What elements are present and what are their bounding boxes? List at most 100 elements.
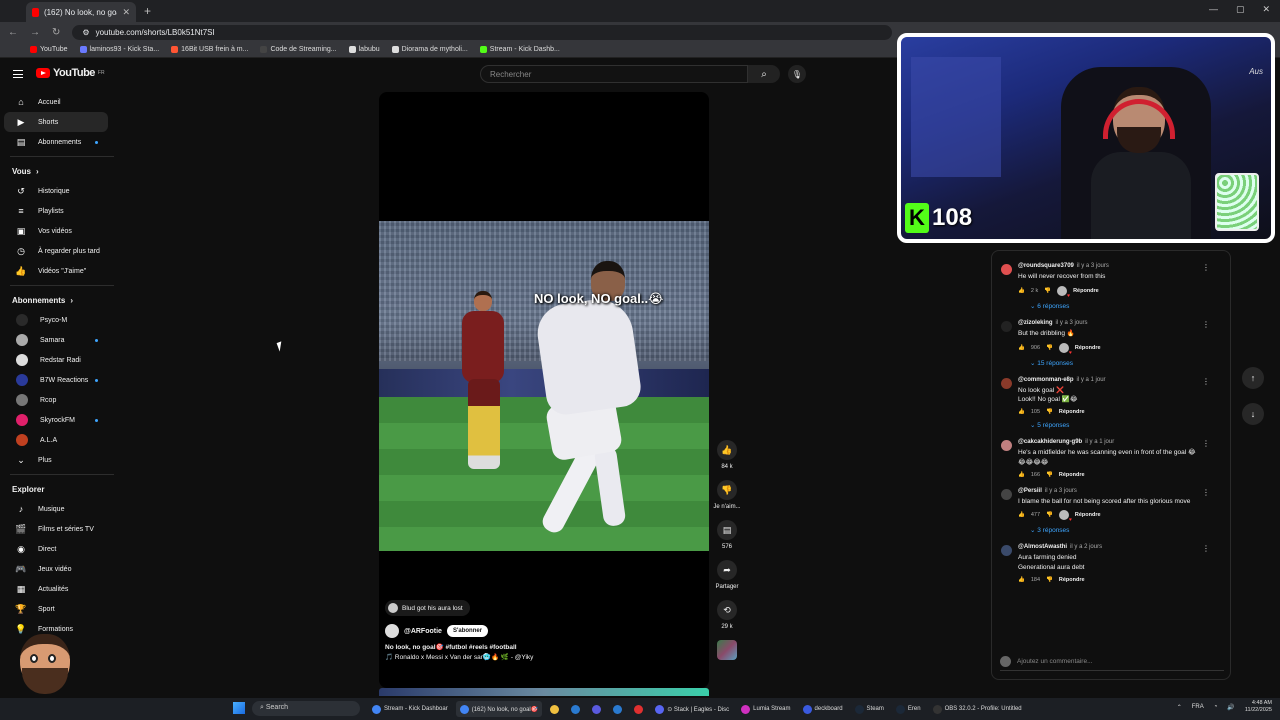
more-options-icon[interactable]: ⋮ — [1202, 377, 1210, 386]
thumbs-up-icon[interactable]: 👍 — [1018, 512, 1025, 518]
sidebar-item-playlists[interactable]: ≡ Playlists — [4, 201, 108, 221]
taskbar-app[interactable] — [567, 701, 584, 717]
back-icon[interactable]: ← — [8, 27, 18, 38]
thumbs-down-icon[interactable]: 👎 — [1046, 472, 1053, 478]
minimize-icon[interactable]: — — [1209, 4, 1218, 15]
section-subscriptions[interactable]: Abonnements › — [0, 290, 116, 310]
sidebar-item-b7w-reactions[interactable]: B7W Reactions — [4, 370, 108, 390]
sidebar-item-rcop[interactable]: Rcop — [4, 390, 108, 410]
forward-icon[interactable]: → — [30, 27, 40, 38]
commenter-avatar[interactable] — [1001, 488, 1012, 500]
taskbar-app[interactable] — [630, 701, 647, 717]
reply-button[interactable]: Répondre — [1075, 512, 1101, 518]
sidebar-item-accueil[interactable]: ⌂ Accueil — [4, 92, 108, 112]
close-tab-icon[interactable]: ✕ — [122, 7, 130, 18]
thumbs-down-icon[interactable]: 👎 — [1046, 577, 1053, 583]
more-options-icon[interactable]: ⋮ — [1202, 320, 1210, 329]
sidebar-item-redstar-radi[interactable]: Redstar Radi — [4, 350, 108, 370]
sidebar-item-vid-os-j-aime[interactable]: 👍 Vidéos "J'aime" — [4, 261, 108, 281]
thumbs-down-icon[interactable]: 👎 — [1046, 409, 1053, 415]
sidebar-item-skyrockfm[interactable]: SkyrockFM — [4, 410, 108, 430]
sidebar-item-jeux-vid-o[interactable]: 🎮 Jeux vidéo — [4, 559, 108, 579]
search-input[interactable]: Rechercher — [480, 65, 748, 83]
comment-author[interactable]: @AlmostAwasthi — [1018, 544, 1067, 550]
new-tab-icon[interactable]: + — [144, 4, 151, 18]
taskbar-app[interactable] — [609, 701, 626, 717]
bookmark-item[interactable]: labubu — [348, 46, 380, 53]
taskbar-app[interactable]: Lumia Stream — [737, 701, 794, 717]
previous-short-button[interactable]: ↑ — [1242, 367, 1264, 389]
bookmark-item[interactable]: Code de Streaming... — [260, 46, 337, 53]
chevron-up-icon[interactable]: ⌃ — [1177, 704, 1182, 711]
channel-avatar[interactable] — [385, 624, 399, 638]
sidebar-item-musique[interactable]: ♪ Musique — [4, 499, 108, 519]
comment-author[interactable]: @roundsquare3709 — [1018, 263, 1074, 269]
reply-button[interactable]: Répondre — [1059, 472, 1085, 478]
taskbar-app[interactable]: Steam — [851, 701, 888, 717]
commenter-avatar[interactable] — [1001, 320, 1012, 332]
comment-author[interactable]: @cakcakhiderung-g9b — [1018, 439, 1082, 445]
taskbar-app[interactable] — [546, 701, 563, 717]
wifi-icon[interactable]: ◔ — [1214, 704, 1218, 710]
bookmark-item[interactable]: Diorama de mytholi... — [391, 46, 468, 53]
commenter-avatar[interactable] — [1001, 377, 1012, 389]
thumbs-up-icon[interactable]: 👍 — [1018, 472, 1025, 478]
more-options-icon[interactable]: ⋮ — [1202, 263, 1210, 272]
view-replies-button[interactable]: ⌄ 5 réponses — [1030, 421, 1222, 429]
sidebar-item-actualit-s[interactable]: ▦ Actualités — [4, 579, 108, 599]
short-caption[interactable]: No look, no goal🎯 #futbol #reels #footba… — [385, 643, 685, 664]
next-short-button[interactable]: ↓ — [1242, 403, 1264, 425]
clock[interactable]: 4:48 AM 11/22/2025 — [1245, 700, 1272, 714]
reply-button[interactable]: Répondre — [1073, 288, 1099, 294]
thumbs-down-icon[interactable]: 👎 — [1046, 345, 1053, 351]
comments-button[interactable]: ▤ — [717, 520, 737, 540]
windows-start-icon[interactable] — [233, 702, 245, 714]
site-info-icon[interactable]: ⚙ — [82, 28, 89, 37]
bookmark-item[interactable]: YouTube — [30, 46, 68, 53]
language-indicator[interactable]: FRA — [1192, 704, 1204, 710]
browser-tab[interactable]: (162) No look, no goal🎯 # ✕ — [26, 2, 136, 22]
taskbar-app[interactable]: ⊙ Stack | Eagles - Disc — [651, 701, 733, 717]
thumbs-up-icon[interactable]: 👍 — [1018, 288, 1025, 294]
bookmark-item[interactable]: 16Bit USB frein à m... — [171, 46, 248, 53]
subscribe-button[interactable]: S'abonner — [446, 625, 489, 637]
close-window-icon[interactable]: ✕ — [1262, 4, 1270, 15]
channel-name[interactable]: @ARFootie — [404, 628, 442, 635]
address-bar[interactable]: ⚙ youtube.com/shorts/LB0k51Nt7SI — [72, 24, 893, 40]
taskbar-app[interactable] — [588, 701, 605, 717]
short-video[interactable]: NO look, NO goal..😭 — [379, 221, 709, 551]
sidebar-item-direct[interactable]: ◉ Direct — [4, 539, 108, 559]
commenter-avatar[interactable] — [1001, 545, 1012, 557]
share-button[interactable]: ➦ — [717, 560, 737, 580]
more-options-icon[interactable]: ⋮ — [1202, 439, 1210, 448]
reply-button[interactable]: Répondre — [1075, 345, 1101, 351]
view-replies-button[interactable]: ⌄ 15 réponses — [1030, 359, 1222, 367]
comment-author[interactable]: @commonman-e8p — [1018, 377, 1074, 383]
commenter-avatar[interactable] — [1001, 264, 1012, 275]
add-comment-field[interactable]: Ajoutez un commentaire... — [1000, 656, 1224, 671]
bookmark-item[interactable]: laminos93 - Kick Sta... — [79, 46, 159, 53]
comment-author[interactable]: @zizoleking — [1018, 320, 1053, 326]
volume-icon[interactable]: 🔊 — [1227, 704, 1234, 711]
view-replies-button[interactable]: ⌄ 6 réponses — [1030, 302, 1222, 310]
commenter-avatar[interactable] — [1001, 440, 1012, 451]
like-button[interactable]: 👍 — [717, 440, 737, 460]
dislike-button[interactable]: 👎 — [717, 480, 737, 500]
taskbar-app[interactable]: (162) No look, no goal🎯 — [455, 701, 543, 717]
sidebar-item-samara[interactable]: Samara — [4, 330, 108, 350]
thumbs-up-icon[interactable]: 👍 — [1018, 409, 1025, 415]
thumbs-down-icon[interactable]: 👎 — [1046, 512, 1053, 518]
menu-icon[interactable] — [13, 70, 23, 78]
sidebar-item-a-l-a[interactable]: A.L.A — [4, 430, 108, 450]
sidebar-item-shorts[interactable]: ▶ Shorts — [4, 112, 108, 132]
reply-button[interactable]: Répondre — [1059, 577, 1085, 583]
sidebar-item-historique[interactable]: ↺ Historique — [4, 181, 108, 201]
section-you[interactable]: Vous › — [0, 161, 116, 181]
taskbar-app[interactable]: OBS 32.0.2 - Profile: Untitled — [929, 701, 1026, 717]
maximize-icon[interactable]: ▢ — [1236, 4, 1245, 15]
sound-thumbnail[interactable] — [717, 640, 737, 660]
thumbs-down-icon[interactable]: 👎 — [1044, 288, 1051, 294]
more-options-icon[interactable]: ⋮ — [1202, 544, 1210, 553]
thumbs-up-icon[interactable]: 👍 — [1018, 345, 1025, 351]
bookmark-item[interactable]: Stream - Kick Dashb... — [479, 46, 560, 53]
